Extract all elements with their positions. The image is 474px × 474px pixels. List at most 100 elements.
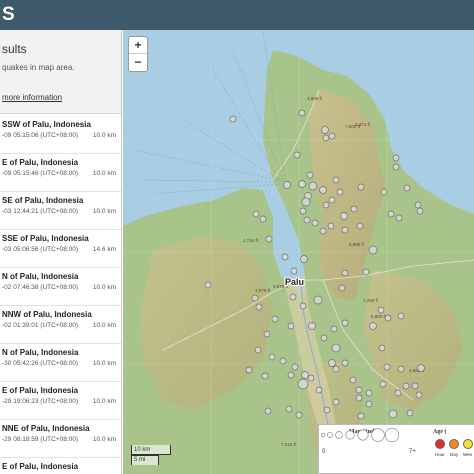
earthquake-marker[interactable]: [330, 325, 338, 333]
earthquake-marker[interactable]: [406, 409, 414, 417]
earthquake-marker[interactable]: [323, 406, 331, 414]
earthquake-marker[interactable]: [229, 115, 237, 123]
earthquake-list-item[interactable]: SE of Palu, Indonesia -03 12:44:21 (UTC+0…: [0, 192, 121, 230]
earthquake-marker[interactable]: [263, 330, 271, 338]
earthquake-marker[interactable]: [355, 386, 363, 394]
earthquake-marker[interactable]: [368, 245, 378, 255]
earthquake-marker[interactable]: [297, 378, 309, 390]
earthquake-marker[interactable]: [328, 359, 336, 367]
earthquake-marker[interactable]: [384, 314, 392, 322]
earthquake-marker[interactable]: [392, 154, 400, 162]
earthquake-marker[interactable]: [332, 398, 340, 406]
earthquake-marker[interactable]: [365, 389, 373, 397]
earthquake-marker[interactable]: [336, 188, 344, 196]
earthquake-marker[interactable]: [416, 207, 424, 215]
earthquake-marker[interactable]: [319, 186, 327, 194]
zoom-out-button[interactable]: −: [129, 54, 147, 71]
earthquake-marker[interactable]: [285, 405, 293, 413]
earthquake-marker[interactable]: [328, 196, 336, 204]
earthquake-list-item[interactable]: E of Palu, Indonesia -29 19:06:23 (UTC+08…: [0, 382, 121, 420]
earthquake-list-item[interactable]: NNW of Palu, Indonesia -02 01:39:01 (UTC+…: [0, 306, 121, 344]
earthquake-marker[interactable]: [307, 374, 315, 382]
earthquake-marker[interactable]: [341, 359, 349, 367]
earthquake-marker[interactable]: [261, 372, 269, 380]
earthquake-marker[interactable]: [298, 109, 306, 117]
earthquake-marker[interactable]: [377, 306, 385, 314]
earthquake-marker[interactable]: [204, 281, 212, 289]
earthquake-list-item[interactable]: N of Palu, Indonesia -30 05:42:26 (UTC+08…: [0, 344, 121, 382]
earthquake-marker[interactable]: [357, 412, 365, 420]
earthquake-marker[interactable]: [332, 365, 340, 373]
earthquake-marker[interactable]: [327, 222, 335, 230]
earthquake-marker[interactable]: [328, 132, 336, 140]
earthquake-marker[interactable]: [264, 407, 272, 415]
earthquake-marker[interactable]: [341, 319, 349, 327]
earthquake-marker[interactable]: [251, 294, 259, 302]
earthquake-marker[interactable]: [299, 207, 307, 215]
map-view[interactable]: 4,800 ft 7,800 ft 3,471 ft 4,744 ft 5,990 ft…: [123, 30, 474, 474]
map-canvas[interactable]: 4,800 ft7,800 ft3,471 ft4,744 ft5,990 ft…: [123, 30, 474, 474]
earthquake-marker[interactable]: [287, 371, 295, 379]
earthquake-list-item[interactable]: SSE of Palu, Indonesia -03 05:06:56 (UTC+…: [0, 230, 121, 268]
earthquake-marker[interactable]: [245, 366, 253, 374]
earthquake-marker[interactable]: [380, 188, 388, 196]
earthquake-marker[interactable]: [402, 382, 410, 390]
earthquake-marker[interactable]: [322, 134, 330, 142]
earthquake-marker[interactable]: [397, 312, 405, 320]
earthquake-marker[interactable]: [411, 382, 419, 390]
earthquake-marker[interactable]: [306, 171, 314, 179]
earthquake-marker[interactable]: [281, 253, 289, 261]
earthquake-marker[interactable]: [403, 184, 411, 192]
earthquake-marker[interactable]: [320, 334, 328, 342]
earthquake-marker[interactable]: [265, 235, 273, 243]
earthquake-marker[interactable]: [268, 353, 276, 361]
earthquake-marker[interactable]: [319, 227, 327, 235]
earthquake-marker[interactable]: [415, 391, 423, 399]
earthquake-marker[interactable]: [350, 205, 358, 213]
zoom-in-button[interactable]: +: [129, 37, 147, 54]
earthquake-marker[interactable]: [332, 176, 340, 184]
earthquake-marker[interactable]: [321, 126, 329, 134]
earthquake-marker[interactable]: [362, 268, 370, 276]
earthquake-marker[interactable]: [341, 226, 349, 234]
earthquake-marker[interactable]: [308, 322, 316, 330]
earthquake-marker[interactable]: [394, 389, 402, 397]
earthquake-marker[interactable]: [341, 269, 349, 277]
earthquake-marker[interactable]: [397, 365, 405, 373]
earthquake-list-item[interactable]: NNE of Palu, Indonesia -29 08:18:59 (UTC+…: [0, 420, 121, 458]
earthquake-marker[interactable]: [287, 322, 295, 330]
earthquake-marker[interactable]: [301, 371, 309, 379]
earthquake-marker[interactable]: [295, 411, 303, 419]
earthquake-marker[interactable]: [417, 364, 425, 372]
earthquake-marker[interactable]: [395, 214, 403, 222]
earthquake-marker[interactable]: [259, 215, 267, 223]
earthquake-list-item[interactable]: E of Palu, Indonesia -09 05:15:46 (UTC+08…: [0, 154, 121, 192]
earthquake-marker[interactable]: [378, 344, 386, 352]
earthquake-marker[interactable]: [313, 295, 323, 305]
earthquake-marker[interactable]: [369, 322, 377, 330]
earthquake-marker[interactable]: [299, 302, 307, 310]
earthquake-marker[interactable]: [298, 180, 306, 188]
earthquake-list-item[interactable]: SSW of Palu, Indonesia -09 05:15:06 (UTC+…: [0, 116, 121, 154]
earthquake-marker[interactable]: [255, 303, 263, 311]
earthquake-marker[interactable]: [340, 212, 348, 220]
earthquake-marker[interactable]: [315, 386, 323, 394]
earthquake-list-item[interactable]: N of Palu, Indonesia -02 07:46:38 (UTC+08…: [0, 268, 121, 306]
earthquake-marker[interactable]: [300, 255, 308, 263]
earthquake-marker[interactable]: [357, 183, 365, 191]
earthquake-marker[interactable]: [388, 409, 398, 419]
more-information-link[interactable]: more information: [2, 93, 62, 102]
earthquake-marker[interactable]: [293, 151, 301, 159]
earthquake-marker[interactable]: [331, 343, 341, 353]
earthquake-marker[interactable]: [365, 400, 373, 408]
earthquake-marker[interactable]: [289, 293, 297, 301]
earthquake-marker[interactable]: [356, 222, 364, 230]
earthquake-marker[interactable]: [414, 201, 422, 209]
earthquake-marker[interactable]: [392, 163, 400, 171]
earthquake-marker[interactable]: [252, 210, 260, 218]
earthquake-marker[interactable]: [303, 216, 311, 224]
earthquake-marker[interactable]: [283, 181, 291, 189]
earthquake-marker[interactable]: [279, 357, 287, 365]
earthquake-marker[interactable]: [290, 267, 298, 275]
earthquake-marker[interactable]: [311, 219, 319, 227]
